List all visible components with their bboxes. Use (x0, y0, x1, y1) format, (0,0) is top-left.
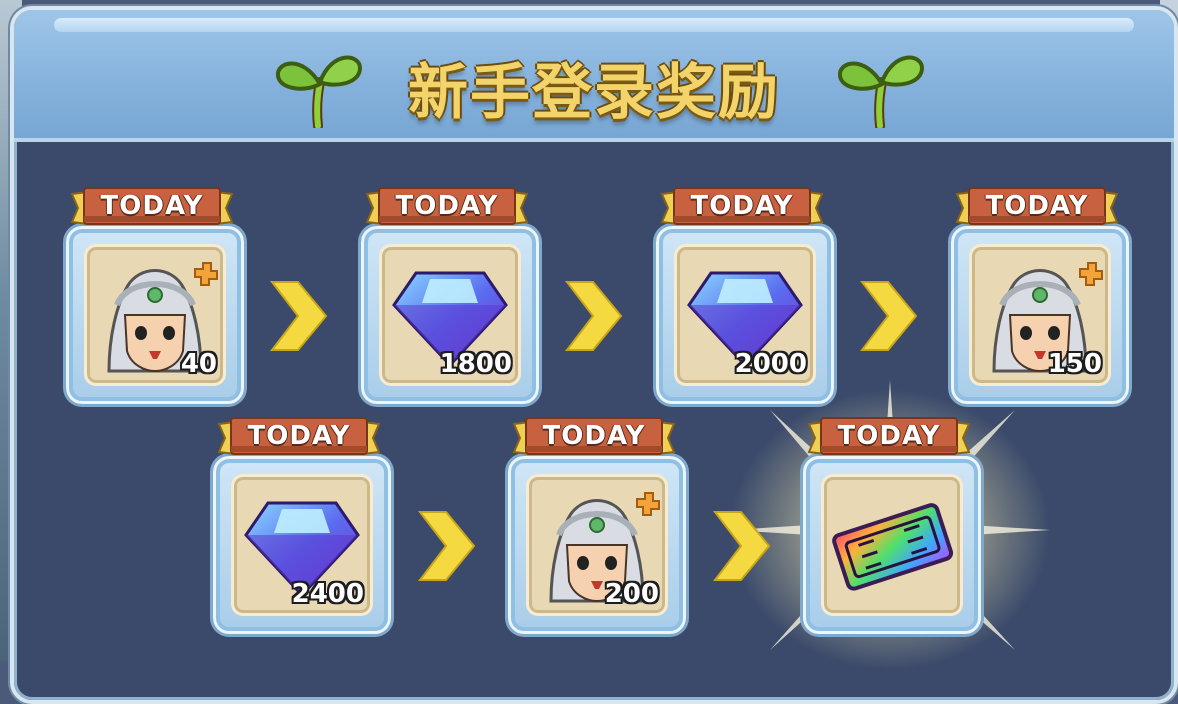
reward-frame (803, 456, 981, 634)
reward-frame: 2400 (213, 456, 391, 634)
reward-quantity: 2000 (734, 349, 807, 379)
reward-tile (821, 474, 963, 616)
reward-tile: 2000 (674, 244, 816, 386)
chevron-right-icon (564, 281, 623, 351)
reward-tile: 1800 (379, 244, 521, 386)
reward-quantity: 2400 (291, 579, 364, 609)
reward-quantity: 40 (180, 349, 217, 379)
reward-card-day-7[interactable]: TODAY (801, 416, 981, 634)
today-label: TODAY (690, 191, 794, 221)
reward-card-day-3[interactable]: TODAY 2000 (654, 186, 834, 404)
reward-tile: 40 (84, 244, 226, 386)
today-banner: TODAY (217, 416, 381, 458)
reward-card-day-6[interactable]: TODAY 200 (506, 416, 686, 634)
reward-frame: 1800 (361, 226, 539, 404)
reward-card-day-5[interactable]: TODAY 2400 (211, 416, 391, 634)
reward-quantity: 150 (1047, 349, 1102, 379)
page-title: 新手登录奖励 (408, 58, 780, 128)
chevron-right-icon (859, 281, 918, 351)
today-label: TODAY (395, 191, 499, 221)
today-label: TODAY (100, 191, 204, 221)
chevron-right-icon (417, 511, 476, 581)
reward-card-day-4[interactable]: TODAY 150 (949, 186, 1129, 404)
reward-quantity: 200 (604, 579, 659, 609)
today-label: TODAY (247, 421, 351, 451)
reward-card-day-2[interactable]: TODAY 1800 (359, 186, 539, 404)
chevron-right-icon (712, 511, 771, 581)
reward-tile: 2400 (231, 474, 373, 616)
header-shine (54, 18, 1134, 32)
reward-tile: 200 (526, 474, 668, 616)
reward-frame: 150 (951, 226, 1129, 404)
today-banner: TODAY (512, 416, 676, 458)
today-label: TODAY (985, 191, 1089, 221)
reward-quantity: 1800 (439, 349, 512, 379)
reward-frame: 40 (66, 226, 244, 404)
chevron-right-icon (269, 281, 328, 351)
today-banner: TODAY (660, 186, 824, 228)
today-banner: TODAY (70, 186, 234, 228)
today-label: TODAY (837, 421, 941, 451)
reward-card-day-1[interactable]: TODAY 40 (64, 186, 244, 404)
panel-header: 新手登录奖励 (14, 10, 1174, 142)
today-banner: TODAY (955, 186, 1119, 228)
today-banner: TODAY (365, 186, 529, 228)
sprout-icon (837, 55, 925, 128)
today-label: TODAY (542, 421, 646, 451)
today-banner: TODAY (807, 416, 971, 458)
reward-tile: 150 (969, 244, 1111, 386)
reward-frame: 200 (508, 456, 686, 634)
reward-frame: 2000 (656, 226, 834, 404)
ssr-ticket-icon (832, 503, 954, 591)
